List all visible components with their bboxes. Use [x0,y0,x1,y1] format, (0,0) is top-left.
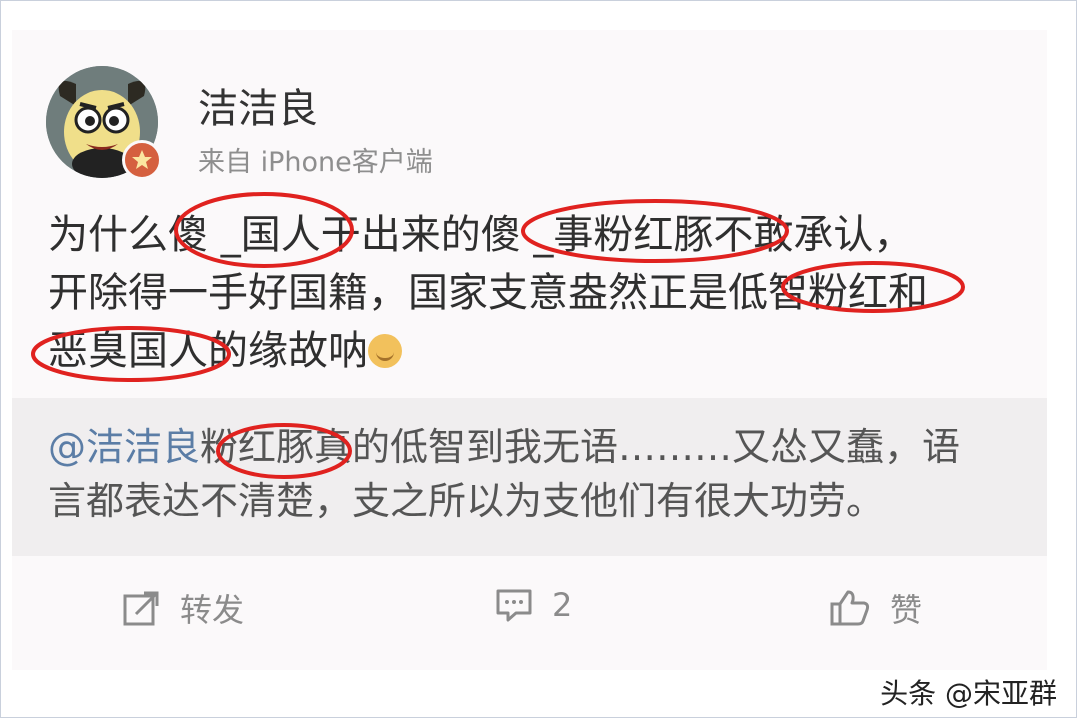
username[interactable]: 洁洁良 [198,76,318,134]
comment-count: 2 [552,586,573,624]
comment-icon [496,589,532,622]
post-body: 为什么傻 _国人干出来的傻 _事粉红豚不敢承认， 开除得一手好国籍，国家支意盎然… [48,206,1038,380]
post-line: 开除得一手好国籍，国家支意盎然正是低智粉红和 [48,270,928,316]
post-source: 来自 iPhone客户端 [198,147,433,178]
repost-line: @洁洁良粉红豚真的低智到我无语………又怂又蠢，语 [48,420,1028,474]
comment-button[interactable]: 2 [494,585,572,625]
smile-emoji-icon [368,334,402,368]
like-button[interactable]: 赞 [828,585,922,631]
watermark: 头条 @宋亚群 [880,677,1057,710]
repost-button[interactable]: 转发 [122,585,244,631]
repost-body: @洁洁良粉红豚真的低智到我无语………又怂又蠢，语 言都表达不清楚，支之所以为支他… [48,420,1028,528]
repost-text: 粉红豚真的低智到我无语………又怂又蠢，语 [200,425,961,469]
post-line: 为什么傻 _国人干出来的傻 _事粉红豚不敢承认， [48,212,914,258]
repost-line: 言都表达不清楚，支之所以为支他们有很大功劳。 [48,479,885,523]
post-line: 恶臭国人的缘故呐 [48,322,1038,380]
like-label: 赞 [890,591,923,629]
post-line-text: 恶臭国人的缘故呐 [48,328,368,374]
mention-link[interactable]: @洁洁良 [48,425,200,469]
repost-label: 转发 [180,591,245,629]
share-icon [123,591,159,626]
verified-badge-icon [122,140,162,180]
thumbs-up-icon [830,590,870,626]
